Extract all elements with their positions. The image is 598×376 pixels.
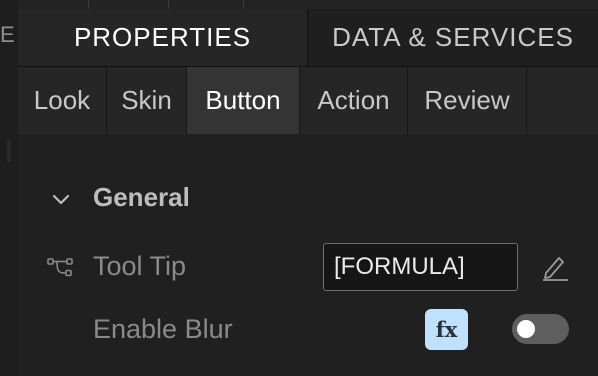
left-strip-marker (7, 140, 11, 162)
fx-formula-button[interactable]: fx (425, 309, 468, 350)
left-strip-glyph: E (0, 22, 15, 47)
tab-review[interactable]: Review (408, 67, 527, 134)
tab-button[interactable]: Button (187, 67, 300, 134)
toggle-knob (517, 320, 535, 338)
tab-data-and-services[interactable]: DATA & SERVICES (307, 9, 598, 66)
tab-skin[interactable]: Skin (107, 67, 187, 134)
main-tab-bar: PROPERTIES DATA & SERVICES (18, 9, 598, 66)
tab-look[interactable]: Look (18, 67, 107, 134)
chevron-down-icon[interactable] (52, 193, 70, 205)
sub-tab-bar: Look Skin Button Action Review (18, 66, 598, 134)
top-rim-divider (243, 0, 244, 9)
flow-connector-icon (47, 258, 73, 277)
tool-tip-input[interactable]: [FORMULA] (323, 243, 518, 291)
enable-blur-toggle[interactable] (512, 314, 569, 344)
tool-tip-label: Tool Tip (93, 251, 187, 281)
properties-panel: General Tool Tip [FORMULA] Enable Blur f… (18, 134, 598, 376)
top-rim (18, 0, 598, 9)
pencil-icon[interactable] (540, 253, 570, 281)
top-rim-divider (88, 0, 89, 9)
tab-action[interactable]: Action (300, 67, 408, 134)
tab-properties[interactable]: PROPERTIES (18, 9, 307, 66)
top-rim-divider (168, 0, 169, 9)
section-title-general[interactable]: General (93, 182, 190, 213)
enable-blur-label: Enable Blur (93, 314, 233, 344)
left-panel-strip: E (0, 0, 19, 376)
